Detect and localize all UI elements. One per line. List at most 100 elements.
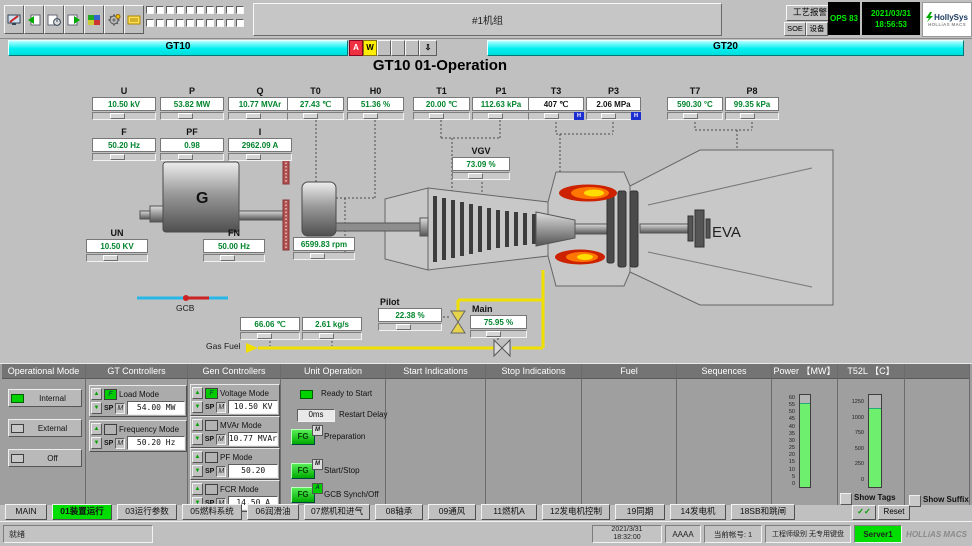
- setpoint-field[interactable]: 10.50 KV: [228, 400, 278, 414]
- tab-main[interactable]: MAIN: [5, 504, 47, 520]
- setpoint-field[interactable]: 50.20 Hz: [127, 436, 185, 450]
- meas-t1: T120.00 ℃: [413, 86, 470, 120]
- meas-label: P1: [472, 86, 530, 97]
- lower-button[interactable]: ▼: [91, 437, 102, 449]
- auto-sup-flag: A: [312, 483, 323, 494]
- meas-t7: T7590.30 °C: [667, 86, 723, 120]
- trend-bar: [347, 112, 404, 120]
- lower-button[interactable]: ▼: [192, 465, 203, 477]
- meas-label: H0: [347, 86, 404, 97]
- tab-14-generator[interactable]: 14发电机: [670, 504, 726, 520]
- raise-button[interactable]: ▲: [192, 483, 203, 495]
- fg-label: FG: [297, 432, 308, 441]
- meas-label: P3: [586, 86, 641, 97]
- trend-bar: [203, 254, 265, 262]
- meas-value: 50.00 Hz: [203, 239, 265, 253]
- meas-value: 2962.09 A: [228, 138, 292, 152]
- internal-indicator: [11, 394, 24, 403]
- tab-03-operating-params[interactable]: 03运行参数: [117, 504, 177, 520]
- trend-bar: [725, 112, 779, 120]
- mode-active-flag: F: [104, 389, 117, 400]
- reset-button[interactable]: Reset: [878, 505, 910, 520]
- tab-08-bearings[interactable]: 08轴承: [375, 504, 423, 520]
- show-suffix-checkbox[interactable]: [909, 495, 921, 507]
- col-header: GT Controllers: [86, 364, 187, 379]
- col-header: Power 【MW】: [772, 364, 837, 379]
- sp-label: SP: [205, 436, 214, 443]
- trend-bar: [470, 330, 527, 338]
- tab-05-fuel-system[interactable]: 05燃料系统: [182, 504, 242, 520]
- raise-button[interactable]: ▲: [192, 451, 203, 463]
- trend-bar: H: [586, 112, 641, 120]
- manual-flag: M: [115, 438, 125, 449]
- preparation-fg-button[interactable]: FGM: [291, 429, 315, 445]
- show-tags-checkbox[interactable]: [840, 493, 852, 505]
- col-fuel: Fuel: [582, 364, 677, 505]
- mode-internal-button[interactable]: Internal: [8, 389, 82, 407]
- tab-18-sb-trip[interactable]: 18SB和跳闸: [731, 504, 795, 520]
- mode-external-button[interactable]: External: [8, 419, 82, 437]
- meas-h0: H051.36 %: [347, 86, 404, 120]
- raise-button[interactable]: ▲: [192, 387, 203, 399]
- lower-button[interactable]: ▼: [192, 401, 203, 413]
- acknowledge-check-button[interactable]: ✓✓: [852, 505, 876, 520]
- start-stop-fg-button[interactable]: FGM: [291, 463, 315, 479]
- manual-flag: M: [216, 402, 226, 413]
- meas-label: Main: [470, 304, 527, 315]
- gcb-label: GCB: [176, 303, 194, 313]
- trend-bar: H: [528, 112, 584, 120]
- status-ready: 就绪: [3, 525, 153, 543]
- meas-fuel-flow: 2.61 kg/s: [302, 317, 362, 340]
- meas-t3: T3407 ℃H: [528, 86, 584, 120]
- meas-fn: FN50.00 Hz: [203, 228, 265, 262]
- trend-bar: [160, 112, 224, 120]
- frequency-mode-group: ▲Frequency Mode ▼SPM50.20 Hz: [89, 420, 187, 452]
- meas-q: Q10.77 MVAr: [228, 86, 292, 120]
- col-header: Operational Mode: [2, 364, 85, 379]
- raise-button[interactable]: ▲: [91, 388, 102, 400]
- setpoint-field[interactable]: 10.77 MVAr: [228, 432, 278, 446]
- col-header: T52L 【C】: [838, 364, 904, 379]
- setpoint-field[interactable]: 50.20: [228, 464, 278, 478]
- col-gt-controllers: GT Controllers ▲FLoad Mode ▼SPM54.00 MW …: [86, 364, 188, 505]
- raise-button[interactable]: ▲: [91, 423, 102, 435]
- meas-value: 51.36 %: [347, 97, 404, 111]
- mode-active-flag: [205, 420, 218, 431]
- meas-p3: P32.06 MPaH: [586, 86, 641, 120]
- load-mode-group: ▲FLoad Mode ▼SPM54.00 MW: [89, 385, 187, 417]
- tab-07-turbine-intake[interactable]: 07燃机和进气: [304, 504, 370, 520]
- meas-value: 66.06 ℃: [240, 317, 300, 331]
- status-access-level: 工程师级别 无专用键盘: [765, 525, 851, 543]
- tab-11-turbine-a[interactable]: 11燃机A: [481, 504, 537, 520]
- meas-vgv: VGV73.09 %: [452, 146, 510, 180]
- mode-off-button[interactable]: Off: [8, 449, 82, 467]
- lower-button[interactable]: ▼: [192, 433, 203, 445]
- gcb-synch-fg-button[interactable]: FGA: [291, 487, 315, 503]
- tab-09-ventilation[interactable]: 09通风: [428, 504, 476, 520]
- meas-value: 20.00 ℃: [413, 97, 470, 111]
- tab-12-generator-control[interactable]: 12发电机控制: [542, 504, 610, 520]
- col-header: Gen Controllers: [188, 364, 280, 379]
- col-header: Stop Indications: [486, 364, 581, 379]
- col-start-indications: Start Indications: [386, 364, 486, 505]
- meas-pilot: Pilot22.38 %: [378, 297, 442, 331]
- meas-main: Main75.95 %: [470, 304, 527, 338]
- status-code: AAAA: [665, 525, 701, 543]
- meas-pf: PF0.98: [160, 127, 224, 161]
- page-tab-bar: MAIN 01装置运行 03运行参数 05燃料系统 06润滑油 07燃机和进气 …: [5, 504, 795, 520]
- col-header: Fuel: [582, 364, 676, 379]
- tab-01-unit-operation[interactable]: 01装置运行: [52, 504, 112, 520]
- controller-mode-label: FCR Mode: [220, 485, 259, 494]
- raise-button[interactable]: ▲: [192, 419, 203, 431]
- controller-mode-label: Frequency Mode: [119, 425, 179, 434]
- power-bar-gauge: [799, 394, 811, 488]
- fg-label: FG: [297, 490, 308, 499]
- meas-value: 73.09 %: [452, 157, 510, 171]
- mode-active-flag: [104, 424, 117, 435]
- lower-button[interactable]: ▼: [91, 402, 102, 414]
- restart-delay-value: 0ms: [297, 409, 335, 422]
- tab-06-lube-oil[interactable]: 06润滑油: [247, 504, 299, 520]
- setpoint-field[interactable]: 54.00 MW: [127, 401, 185, 415]
- tab-19-synchronization[interactable]: 19同期: [615, 504, 665, 520]
- status-datetime: 2021/3/31 18:32:00: [592, 525, 662, 543]
